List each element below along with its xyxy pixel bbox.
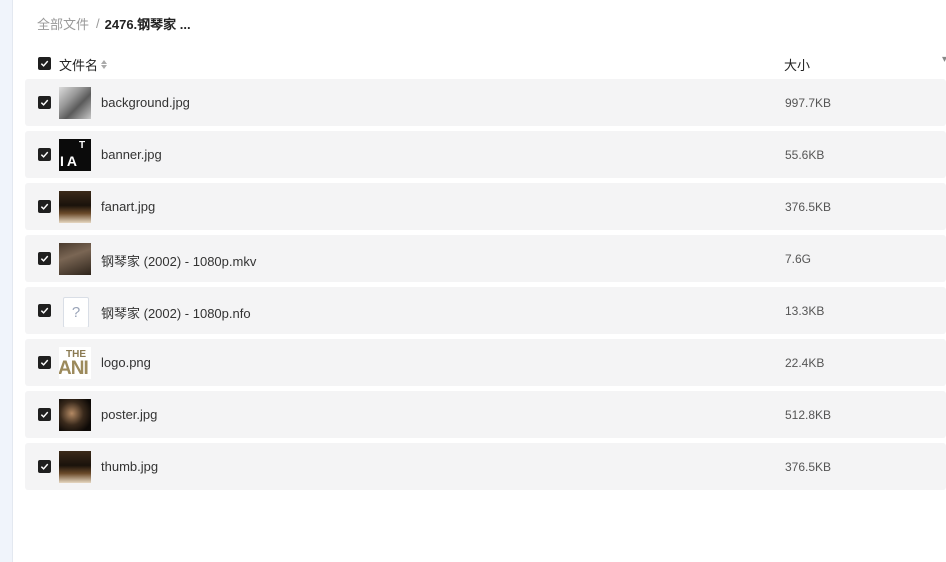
image-thumbnail: IA T — [59, 139, 91, 171]
select-all-checkbox[interactable] — [38, 57, 51, 70]
image-thumbnail — [59, 451, 91, 483]
row-checkbox[interactable] — [38, 96, 51, 109]
file-row[interactable]: poster.jpg 512.8KB — [25, 391, 946, 438]
file-name[interactable]: banner.jpg — [101, 147, 162, 162]
chevron-down-icon[interactable]: ▾ — [942, 54, 946, 65]
file-row[interactable]: thumb.jpg 376.5KB — [25, 443, 946, 490]
unknown-file-icon: ? — [59, 295, 91, 327]
file-size: 376.5KB — [785, 460, 832, 474]
checkmark-icon — [40, 411, 49, 418]
file-list: background.jpg 997.7KB IA T banner.jpg 5… — [25, 79, 946, 495]
file-name[interactable]: poster.jpg — [101, 407, 157, 422]
file-row[interactable]: background.jpg 997.7KB — [25, 79, 946, 126]
file-row[interactable]: THE ANI logo.png 22.4KB — [25, 339, 946, 386]
file-size: 376.5KB — [785, 200, 832, 214]
file-name[interactable]: fanart.jpg — [101, 199, 155, 214]
image-thumbnail — [59, 87, 91, 119]
file-name[interactable]: background.jpg — [101, 95, 190, 110]
row-checkbox[interactable] — [38, 460, 51, 473]
breadcrumb-root-link[interactable]: 全部文件 — [37, 14, 89, 33]
file-row[interactable]: fanart.jpg 376.5KB — [25, 183, 946, 230]
file-size: 512.8KB — [785, 408, 832, 422]
checkmark-icon — [40, 99, 49, 106]
row-checkbox[interactable] — [38, 148, 51, 161]
file-name[interactable]: thumb.jpg — [101, 459, 158, 474]
checkmark-icon — [40, 60, 49, 67]
file-row[interactable]: 钢琴家 (2002) - 1080p.mkv 7.6G — [25, 235, 946, 282]
sort-icon[interactable] — [101, 60, 108, 69]
file-row[interactable]: ? 钢琴家 (2002) - 1080p.nfo 13.3KB — [25, 287, 946, 334]
question-mark-icon: ? — [63, 297, 89, 327]
checkmark-icon — [40, 307, 49, 314]
file-size: 997.7KB — [785, 96, 832, 110]
image-thumbnail — [59, 191, 91, 223]
image-thumbnail: THE ANI — [59, 347, 91, 379]
checkmark-icon — [40, 203, 49, 210]
row-checkbox[interactable] — [38, 356, 51, 369]
file-size: 7.6G — [785, 252, 812, 266]
breadcrumb: 全部文件 / 2476.钢琴家 ... — [37, 14, 191, 32]
column-header-size[interactable]: 大小 — [784, 55, 810, 74]
file-list-header: 文件名 大小 ▾ — [25, 50, 946, 76]
file-row[interactable]: IA T banner.jpg 55.6KB — [25, 131, 946, 178]
row-checkbox[interactable] — [38, 252, 51, 265]
file-size: 22.4KB — [785, 356, 825, 370]
row-checkbox[interactable] — [38, 408, 51, 421]
video-thumbnail — [59, 243, 91, 275]
left-panel-edge — [0, 0, 13, 562]
checkmark-icon — [40, 255, 49, 262]
row-checkbox[interactable] — [38, 304, 51, 317]
file-name[interactable]: 钢琴家 (2002) - 1080p.nfo — [101, 303, 251, 322]
file-name[interactable]: 钢琴家 (2002) - 1080p.mkv — [101, 251, 256, 270]
file-size: 13.3KB — [785, 304, 825, 318]
breadcrumb-separator: / — [96, 15, 100, 31]
checkmark-icon — [40, 151, 49, 158]
breadcrumb-current-folder: 2476.钢琴家 ... — [104, 16, 191, 32]
column-header-name[interactable]: 文件名 — [59, 55, 108, 74]
column-header-name-label: 文件名 — [59, 58, 99, 73]
file-size: 55.6KB — [785, 148, 825, 162]
image-thumbnail — [59, 399, 91, 431]
checkmark-icon — [40, 359, 49, 366]
file-name[interactable]: logo.png — [101, 355, 151, 370]
checkmark-icon — [40, 463, 49, 470]
row-checkbox[interactable] — [38, 200, 51, 213]
